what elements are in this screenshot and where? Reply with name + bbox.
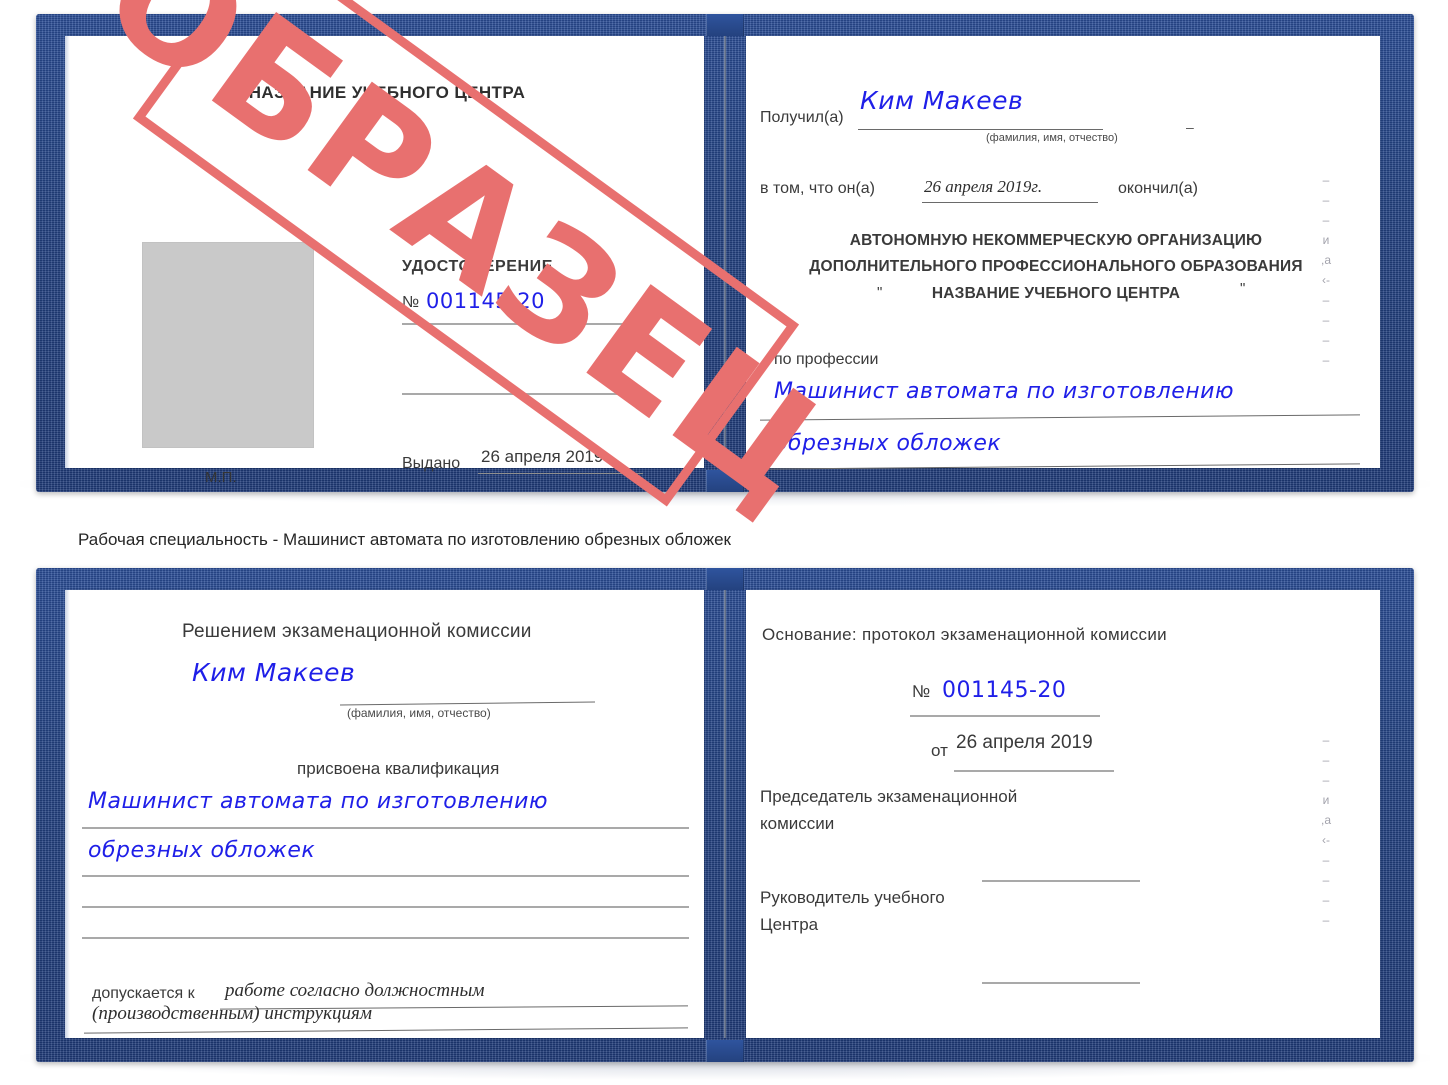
issued-label: Выдано	[402, 455, 461, 472]
book-spine-back	[723, 590, 727, 1038]
front-left-page: НАЗВАНИЕ УЧЕБНОГО ЦЕНТРА М.П. УДОСТОВЕРЕ…	[65, 36, 704, 486]
spine-notch-top	[706, 14, 744, 36]
spine-notch-bottom-2	[706, 1040, 744, 1062]
edge-dash-mark: –	[1186, 119, 1194, 135]
number-rule	[402, 323, 638, 325]
profession-value-line-1: Машинист автомата по изготовлению	[774, 379, 1234, 404]
in-that-label: в том, что он(а)	[760, 180, 875, 197]
recipient-rule	[858, 129, 1103, 130]
back-left-page: Решением экзаменационной комиссии Ким Ма…	[65, 590, 704, 1038]
page-edge-bleed-text-2: – – – и ,а ‹- – – – –	[1320, 733, 1331, 927]
commission-decision-heading: Решением экзаменационной комиссии	[182, 621, 532, 642]
qualification-rule-3	[82, 906, 689, 908]
profession-rule-2	[760, 463, 1360, 470]
head-signature-rule	[982, 982, 1140, 984]
chairman-signature-rule	[982, 880, 1140, 882]
protocol-date-label: от	[931, 741, 948, 760]
page-edge-highlight-2	[65, 590, 70, 1038]
protocol-date-rule	[954, 770, 1114, 772]
certificate-sample-image: НАЗВАНИЕ УЧЕБНОГО ЦЕНТРА М.П. УДОСТОВЕРЕ…	[0, 0, 1448, 1085]
allowed-rule-2	[84, 1027, 688, 1034]
received-label: Получил(а)	[760, 109, 844, 126]
photo-placeholder	[142, 242, 314, 448]
protocol-number-symbol: №	[912, 682, 931, 701]
organization-line-3: НАЗВАНИЕ УЧЕБНОГО ЦЕНТРА	[931, 285, 1181, 302]
basis-label: Основание: протокол экзаменационной коми…	[762, 625, 1167, 644]
spine-notch-bottom	[706, 470, 744, 492]
completion-date-value: 26 апреля 2019г.	[924, 177, 1043, 196]
profession-value-line-2: обрезных обложек	[774, 431, 1002, 456]
document-type-title: УДОСТОВЕРЕНИЕ	[402, 258, 554, 275]
fio-hint: (фамилия, имя, отчество)	[986, 132, 1118, 144]
back-right-page: Основание: протокол экзаменационной коми…	[746, 590, 1380, 1038]
issued-date-value: 26 апреля 2019	[481, 447, 604, 466]
certificate-number-value: 001145-20	[426, 289, 545, 313]
caption-text: Рабочая специальность - Машинист автомат…	[78, 530, 731, 549]
book-spine-front	[723, 36, 727, 468]
organization-line-2: ДОПОЛНИТЕЛЬНОГО ПРОФЕССИОНАЛЬНОГО ОБРАЗО…	[809, 258, 1303, 275]
recipient-name-value: Ким Макеев	[860, 86, 1024, 115]
organization-quote-close: "	[1240, 280, 1246, 297]
qualification-label: присвоена квалификация	[297, 759, 500, 778]
graduate-name-rule	[340, 701, 595, 706]
organization-line-1: АВТОНОМНУЮ НЕКОММЕРЧЕСКУЮ ОРГАНИЗАЦИЮ	[849, 232, 1263, 249]
qualification-value-line-2: обрезных обложек	[88, 838, 316, 863]
seal-label: М.П.	[205, 469, 237, 486]
chairman-title-line-2: комиссии	[760, 814, 835, 833]
completion-date-rule	[922, 202, 1098, 203]
issued-rule	[478, 473, 643, 474]
allowed-value-line-2: (производственным) инструкциям	[92, 1003, 372, 1024]
fio-hint-2: (фамилия, имя, отчество)	[347, 706, 491, 720]
protocol-number-value: 001145-20	[942, 678, 1067, 703]
certificate-front-book: НАЗВАНИЕ УЧЕБНОГО ЦЕНТРА М.П. УДОСТОВЕРЕ…	[36, 0, 1414, 540]
profession-label: по профессии	[774, 351, 879, 368]
profession-rule-1	[760, 414, 1360, 421]
head-title-line-2: Центра	[760, 915, 819, 934]
qualification-value-line-1: Машинист автомата по изготовлению	[88, 789, 548, 814]
allowed-value-line-1: работе согласно должностным	[225, 980, 485, 1001]
chairman-title-line-1: Председатель экзаменационной	[760, 787, 1018, 806]
page-edge-bleed-text: – – – и ,а ‹- – – – –	[1320, 173, 1331, 367]
training-center-name: НАЗВАНИЕ УЧЕБНОГО ЦЕНТРА	[248, 83, 526, 102]
certificate-back-book: Решением экзаменационной комиссии Ким Ма…	[36, 568, 1414, 1062]
protocol-date-value: 26 апреля 2019	[956, 732, 1093, 753]
qualification-rule-1	[82, 827, 689, 829]
front-right-page: Получил(а) Ким Макеев (фамилия, имя, отч…	[746, 36, 1380, 470]
completed-label: окончил(а)	[1118, 180, 1198, 197]
allowed-to-label: допускается к	[92, 985, 195, 1002]
number-symbol: №	[402, 294, 420, 311]
protocol-number-rule	[910, 715, 1100, 717]
blank-rule-1	[402, 393, 638, 395]
qualification-rule-4	[82, 937, 689, 939]
graduate-name-value: Ким Макеев	[192, 658, 356, 687]
spine-notch-top-2	[706, 568, 744, 590]
qualification-rule-2	[82, 875, 689, 877]
head-title-line-1: Руководитель учебного	[760, 888, 945, 907]
